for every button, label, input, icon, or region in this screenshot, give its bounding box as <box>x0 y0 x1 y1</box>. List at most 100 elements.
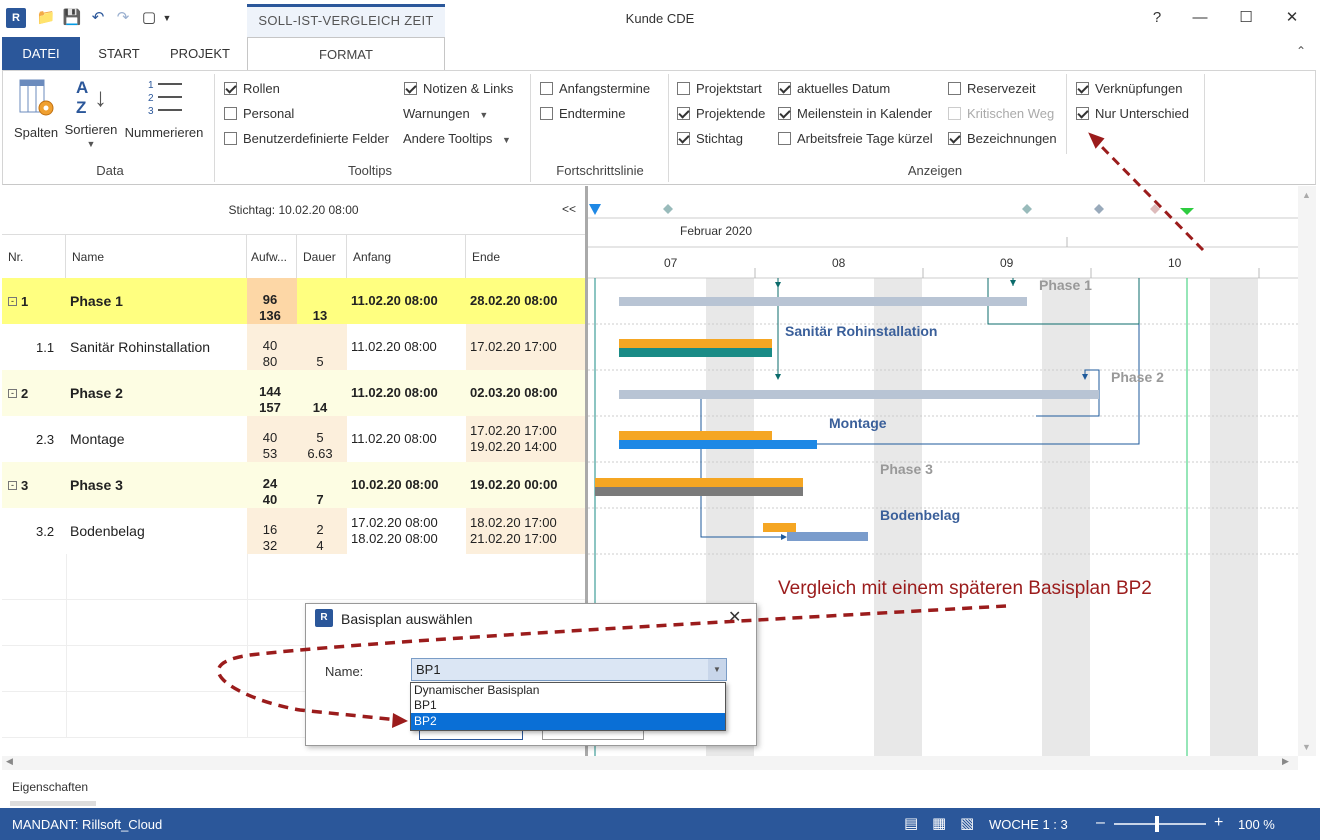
checkbox-icon[interactable] <box>224 107 237 120</box>
check-anfangstermine[interactable]: Anfangstermine <box>540 79 650 99</box>
checkbox-icon[interactable] <box>677 107 690 120</box>
chevron-down-icon[interactable]: ▼ <box>708 659 726 680</box>
check-notizen-links[interactable]: Notizen & Links <box>404 79 513 99</box>
open-folder-icon[interactable]: 📁 <box>36 8 56 28</box>
dropdown-andere-tooltips[interactable]: Andere Tooltips ▼ <box>403 129 511 149</box>
nummerieren-button[interactable]: 1 2 3 Nummerieren <box>120 76 208 140</box>
option-bp2[interactable]: BP2 <box>411 713 725 730</box>
table-row[interactable]: -2 Phase 2 144 157 14 11.02.20 08:00 02.03.20 … <box>2 370 585 416</box>
minimize-button[interactable]: — <box>1182 6 1218 30</box>
checkbox-icon[interactable] <box>1076 82 1089 95</box>
table-row[interactable]: -3 Phase 3 24 40 7 10.02.20 08:00 19.02.20 00:… <box>2 462 585 508</box>
checkbox-icon[interactable] <box>1076 107 1089 120</box>
checkbox-icon[interactable] <box>677 82 690 95</box>
checkbox-icon[interactable] <box>540 107 553 120</box>
sortieren-button[interactable]: A Z ↓ Sortieren ▼ <box>62 76 120 149</box>
collapse-grid-button[interactable]: << <box>555 198 583 220</box>
col-header-ende[interactable]: Ende <box>466 234 585 278</box>
table-row[interactable]: 1.1 Sanitär Rohinstallation 40 80 5 11.02.20 … <box>2 324 585 370</box>
check-label: Bezeichnungen <box>967 131 1057 146</box>
tab-start[interactable]: START <box>88 37 150 71</box>
checkbox-icon[interactable] <box>540 82 553 95</box>
sort-az-icon: A Z ↓ <box>76 78 107 117</box>
col-header-name[interactable]: Name <box>66 234 247 278</box>
view-grid-icon[interactable]: ▦ <box>932 814 946 832</box>
close-button[interactable]: ✕ <box>1274 6 1310 30</box>
properties-label[interactable]: Eigenschaften <box>12 780 88 794</box>
check-benutzerdefinierte-felder[interactable]: Benutzerdefinierte Felder <box>224 129 389 149</box>
anfang-ist: 18.02.20 08:00 <box>351 531 438 546</box>
zoom-slider-thumb[interactable] <box>1155 816 1159 832</box>
checkbox-icon[interactable] <box>948 132 961 145</box>
check-aktuelles-datum[interactable]: aktuelles Datum <box>778 79 890 99</box>
cell-anfang: 11.02.20 08:00 <box>347 370 466 416</box>
scroll-up-icon[interactable]: ▲ <box>1302 190 1311 200</box>
close-icon[interactable]: ✕ <box>728 607 741 627</box>
horizontal-scrollbar[interactable]: ◀ ▶ <box>2 756 1298 770</box>
table-row[interactable]: 3.2 Bodenbelag 16 32 2 4 17.02.20 08:00 18.02.2… <box>2 508 585 554</box>
check-stichtag[interactable]: Stichtag <box>677 129 743 149</box>
zoom-scale-label[interactable]: WOCHE 1 : 3 <box>989 817 1068 832</box>
undo-icon[interactable]: ↶ <box>88 8 108 28</box>
check-arbeitsfreie-tage[interactable]: Arbeitsfreie Tage kürzel <box>778 129 933 149</box>
col-header-dauer[interactable]: Dauer <box>297 234 347 278</box>
checkbox-icon[interactable] <box>778 132 791 145</box>
scroll-down-icon[interactable]: ▼ <box>1302 742 1311 752</box>
basisplan-select[interactable]: BP1 ▼ <box>411 658 727 681</box>
check-bezeichnungen[interactable]: Bezeichnungen <box>948 129 1057 149</box>
check-projektstart[interactable]: Projektstart <box>677 79 762 99</box>
check-nur-unterschied[interactable]: Nur Unterschied <box>1076 104 1189 124</box>
checkbox-icon[interactable] <box>778 82 791 95</box>
check-rollen[interactable]: Rollen <box>224 79 280 99</box>
redo-icon[interactable]: ↷ <box>113 8 133 28</box>
aufwand-ist: 40 <box>262 492 278 507</box>
check-label: Rollen <box>243 81 280 96</box>
customize-toolbar-icon[interactable]: ▼ <box>161 8 173 28</box>
cell-dauer: 24 <box>297 508 347 554</box>
checkbox-icon[interactable] <box>778 107 791 120</box>
tab-datei[interactable]: DATEI <box>2 37 80 71</box>
checkbox-icon[interactable] <box>224 82 237 95</box>
check-endtermine[interactable]: Endtermine <box>540 104 625 124</box>
collapse-icon[interactable]: - <box>8 388 17 398</box>
cell-aufwand: 144 157 <box>247 370 297 416</box>
tab-projekt[interactable]: PROJEKT <box>160 37 240 71</box>
view-gantt-icon[interactable]: ▧ <box>960 814 974 832</box>
check-personal[interactable]: Personal <box>224 104 294 124</box>
col-header-aufwand[interactable]: Aufw... <box>247 234 297 278</box>
zoom-out-icon[interactable]: – <box>1096 814 1105 832</box>
help-icon[interactable]: ? <box>1139 6 1175 30</box>
view-layout-icon[interactable]: ▤ <box>904 814 918 832</box>
maximize-button[interactable]: ☐ <box>1228 6 1264 30</box>
collapse-icon[interactable]: - <box>8 480 17 490</box>
table-row[interactable]: -1 Phase 1 96 136 13 11.02.20 08:00 28.02.20 0… <box>2 278 585 324</box>
check-reservezeit[interactable]: Reservezeit <box>948 79 1036 99</box>
dropdown-warnungen[interactable]: Warnungen ▼ <box>403 104 488 124</box>
option-bp1[interactable]: BP1 <box>411 698 725 713</box>
checkbox-icon[interactable] <box>677 132 690 145</box>
col-header-anfang[interactable]: Anfang <box>347 234 466 278</box>
collapse-icon[interactable]: - <box>8 296 17 306</box>
spalten-button[interactable]: Spalten <box>8 76 64 140</box>
zoom-in-icon[interactable]: + <box>1214 814 1223 832</box>
checkbox-icon[interactable] <box>948 82 961 95</box>
collapse-ribbon-icon[interactable]: ⌃ <box>1296 44 1306 58</box>
tab-format[interactable]: FORMAT <box>247 37 445 71</box>
col-header-nr[interactable]: Nr. <box>2 234 66 278</box>
table-row[interactable]: 2.3 Montage 40 53 5 6.63 11.02.20 08:00 17.02.2… <box>2 416 585 462</box>
save-icon[interactable]: 💾 <box>62 8 82 28</box>
check-label: Anfangstermine <box>559 81 651 96</box>
checkbox-icon[interactable] <box>404 82 417 95</box>
vertical-scrollbar[interactable]: ▲ ▼ <box>1298 186 1316 756</box>
check-meilenstein-kalender[interactable]: Meilenstein in Kalender <box>778 104 932 124</box>
option-dynamischer-basisplan[interactable]: Dynamischer Basisplan <box>411 683 725 698</box>
scroll-left-icon[interactable]: ◀ <box>6 756 13 767</box>
checkbox-icon[interactable] <box>224 132 237 145</box>
scroll-right-icon[interactable]: ▶ <box>1282 756 1289 767</box>
check-projektende[interactable]: Projektende <box>677 104 765 124</box>
cell-nr-text: 3.2 <box>36 523 55 539</box>
cell-nr: -2 <box>2 370 66 416</box>
check-verknuepfungen[interactable]: Verknüpfungen <box>1076 79 1182 99</box>
window-icon[interactable]: ▢ <box>139 8 159 28</box>
zoom-slider[interactable] <box>1114 823 1206 825</box>
